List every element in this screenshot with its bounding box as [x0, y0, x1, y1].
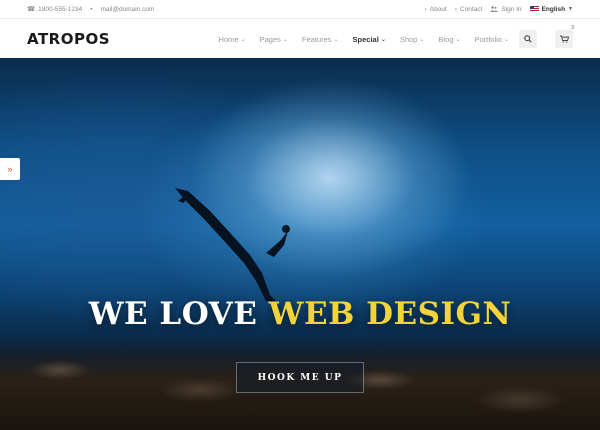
site-logo[interactable]: ATROPOS: [27, 30, 110, 48]
user-icon: [490, 6, 499, 12]
chevron-down-icon: ⌄: [380, 36, 386, 43]
contact-label: Contact: [459, 5, 483, 13]
headline-white: WE LOVE: [88, 296, 258, 332]
sign-in-link[interactable]: Sign In: [490, 5, 522, 13]
cart-icon: [559, 35, 569, 43]
caret-down-icon: ▼: [568, 6, 573, 12]
nav-label: Special: [352, 34, 379, 44]
nav-label: Portfolio: [474, 34, 502, 44]
about-label: About: [429, 5, 447, 13]
cart-count-badge: 3: [571, 25, 574, 31]
language-label: English: [541, 5, 566, 13]
language-selector[interactable]: English ▼: [529, 5, 573, 13]
chevron-down-icon: ⌄: [455, 36, 461, 43]
main-nav: Home ⌄ Pages ⌄ Features ⌄ Special ⌄ Shop ⌄ Bl…: [219, 25, 574, 48]
nav-item-home[interactable]: Home ⌄: [219, 35, 246, 44]
phone-icon: ☎: [27, 6, 36, 13]
hero-headline: WE LOVE WEB DESIGN: [0, 296, 600, 332]
nav-item-pages[interactable]: Pages ⌄: [260, 35, 288, 44]
phone-number: 1800-555-1234: [38, 5, 83, 13]
nav-item-special[interactable]: Special ⌄: [353, 35, 386, 44]
chevron-down-icon: ⌄: [240, 36, 246, 43]
phone-link[interactable]: ☎ 1800-555-1234: [27, 5, 83, 14]
nav-label: Shop: [399, 34, 418, 44]
nav-item-features[interactable]: Features ⌄: [302, 35, 339, 44]
hook-me-up-button[interactable]: HOOK ME UP: [236, 362, 364, 393]
main-header: ATROPOS Home ⌄ Pages ⌄ Features ⌄ Special ⌄ …: [0, 20, 600, 58]
top-bar-contact: ☎ 1800-555-1234 • mail@domain.com: [27, 5, 155, 14]
chevron-down-icon: ⌄: [503, 36, 509, 43]
cart-button[interactable]: 3: [555, 25, 574, 48]
side-panel-toggle[interactable]: »: [0, 158, 20, 180]
nav-label: Features: [301, 34, 332, 44]
email-link[interactable]: mail@domain.com: [101, 6, 155, 13]
double-chevron-right-icon: »: [7, 164, 13, 174]
chevron-down-icon: ⌄: [282, 36, 288, 43]
search-button[interactable]: [519, 30, 537, 48]
chevron-right-icon: ›: [424, 5, 427, 13]
nav-label: Home: [218, 34, 239, 44]
headline-yellow: WEB DESIGN: [268, 296, 512, 332]
diver-silhouette: [175, 188, 290, 301]
sign-in-label: Sign In: [501, 5, 522, 13]
search-icon: [524, 35, 532, 43]
about-link[interactable]: › About: [425, 6, 447, 13]
top-bar-links: › About › Contact Sign In English ▼: [425, 6, 573, 13]
nav-item-portfolio[interactable]: Portfolio ⌄: [474, 35, 509, 44]
hero-banner: » WE LOVE WEB DESIGN HOOK ME UP: [0, 58, 600, 430]
chevron-down-icon: ⌄: [419, 36, 425, 43]
us-flag-icon: [529, 6, 539, 12]
separator-dot: •: [90, 5, 93, 13]
nav-label: Pages: [259, 34, 281, 44]
contact-link[interactable]: › Contact: [455, 6, 483, 13]
top-bar: ☎ 1800-555-1234 • mail@domain.com › Abou…: [0, 0, 600, 19]
chevron-right-icon: ›: [454, 5, 457, 13]
nav-label: Blog: [438, 34, 454, 44]
nav-item-shop[interactable]: Shop ⌄: [400, 35, 425, 44]
chevron-down-icon: ⌄: [333, 36, 339, 43]
nav-item-blog[interactable]: Blog ⌄: [438, 35, 460, 44]
